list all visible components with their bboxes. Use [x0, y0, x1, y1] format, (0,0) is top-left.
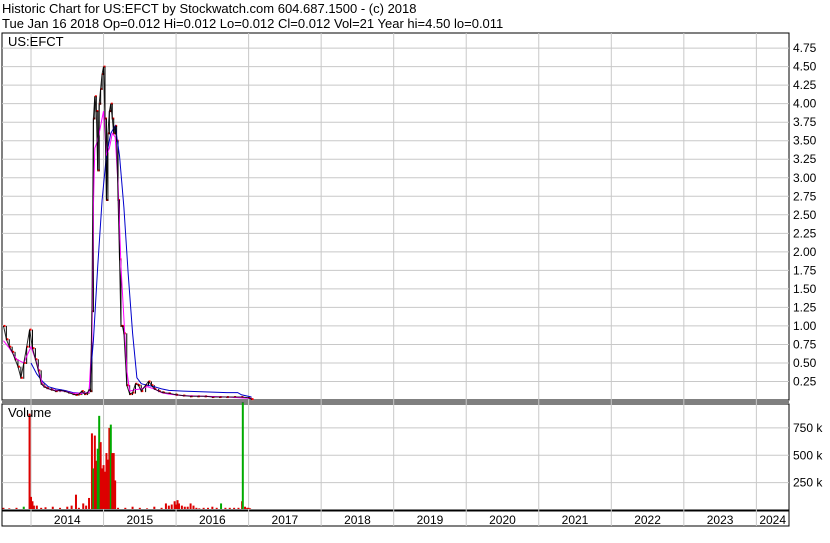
volume-bar — [206, 507, 209, 509]
volume-bar — [59, 507, 62, 509]
volume-bar — [117, 507, 120, 509]
volume-bar — [138, 507, 141, 509]
volume-bar — [82, 503, 85, 509]
price-tick-label: 1.50 — [793, 282, 817, 296]
volume-bar — [177, 503, 180, 509]
volume-bar — [153, 506, 156, 509]
moving-average-short-line — [3, 111, 252, 399]
volume-bar — [22, 506, 25, 509]
year-tick-label: 2021 — [562, 513, 589, 527]
volume-bar — [146, 508, 149, 509]
volume-bar — [15, 507, 18, 509]
volume-tick-label: 500 k — [793, 448, 823, 462]
volume-bar — [186, 506, 189, 509]
volume-bar — [202, 507, 205, 509]
volume-bar — [85, 505, 88, 509]
volume-bar — [198, 508, 201, 509]
volume-bar — [131, 506, 134, 509]
volume-bar — [32, 505, 35, 509]
volume-bar — [228, 507, 231, 509]
price-tick-label: 1.75 — [793, 263, 817, 277]
price-tick-label: 2.75 — [793, 189, 817, 203]
volume-bar — [44, 507, 47, 509]
axis-labels: US:EFCT Volume 4.75 4.50 4.25 4.00 3.75 3.50 3.2… — [8, 34, 823, 527]
volume-bar — [40, 507, 43, 509]
volume-bar — [189, 503, 192, 509]
price-tick-label: 3.25 — [793, 152, 817, 166]
volume-bar — [243, 506, 246, 509]
volume-bar — [51, 506, 54, 509]
volume-bar — [77, 507, 80, 509]
price-tick-label: 1.00 — [793, 319, 817, 333]
price-tick-label: 2.00 — [793, 245, 817, 259]
year-tick-label: 2018 — [344, 513, 371, 527]
volume-tick-label: 250 k — [793, 476, 823, 490]
price-panel-frame — [1, 32, 790, 401]
year-tick-label: 2017 — [272, 513, 299, 527]
volume-bar — [167, 505, 170, 509]
year-tick-label: 2016 — [199, 513, 226, 527]
volume-bar — [195, 507, 198, 509]
price-tick-label: 0.50 — [793, 356, 817, 370]
price-tick-label: 3.50 — [793, 134, 817, 148]
year-tick-label: 2019 — [417, 513, 444, 527]
volume-tick-label: 750 k — [793, 421, 823, 435]
volume-bar — [74, 494, 77, 509]
year-tick-label: 2015 — [126, 513, 153, 527]
year-tick-label: 2014 — [54, 513, 81, 527]
price-tick-label: 0.25 — [793, 374, 817, 388]
volume-bar — [241, 402, 244, 509]
volume-bar — [180, 505, 183, 509]
volume-bar — [183, 506, 186, 509]
volume-bar — [28, 413, 31, 509]
volume-bar — [160, 507, 163, 509]
volume-bar — [8, 508, 11, 509]
price-tick-label: 2.25 — [793, 226, 817, 240]
price-tick-label: 3.75 — [793, 115, 817, 129]
price-tick-label: 4.00 — [793, 97, 817, 111]
volume-bar — [237, 507, 240, 509]
year-tick-label: 2024 — [759, 513, 786, 527]
price-close-tick — [251, 398, 254, 401]
volume-bar — [164, 503, 167, 509]
volume-bar — [211, 506, 214, 509]
price-panel-title: US:EFCT — [8, 34, 64, 49]
historic-chart: US:EFCT Volume 4.75 4.50 4.25 4.00 3.75 3.50 3.2… — [1, 32, 823, 527]
volume-bar — [88, 497, 91, 509]
price-tick-label: 4.50 — [793, 60, 817, 74]
volume-bar — [215, 507, 218, 509]
price-tick-label: 4.75 — [793, 41, 817, 55]
volume-bar — [2, 507, 5, 509]
volume-bar — [124, 507, 127, 509]
x-axis-frame — [1, 510, 790, 527]
volume-panel-frame — [1, 403, 790, 511]
price-tick-label: 0.75 — [793, 337, 817, 351]
volume-bar — [66, 506, 69, 509]
volume-bar — [224, 507, 227, 509]
price-tick-label: 1.25 — [793, 300, 817, 314]
price-tick-label: 4.25 — [793, 78, 817, 92]
year-tick-label: 2022 — [634, 513, 661, 527]
volume-bar — [233, 507, 236, 509]
volume-bar — [170, 504, 173, 509]
moving-average-long-line — [30, 124, 252, 398]
volume-bar — [35, 505, 38, 509]
volume-bar — [114, 480, 117, 509]
volume-bar — [192, 505, 195, 509]
volume-panel-title: Volume — [8, 405, 51, 420]
year-tick-label: 2020 — [489, 513, 516, 527]
price-tick-label: 2.50 — [793, 208, 817, 222]
volume-bar — [249, 508, 252, 509]
volume-bar — [220, 503, 223, 509]
volume-bar — [70, 505, 73, 509]
year-tick-label: 2023 — [707, 513, 734, 527]
price-tick-label: 3.00 — [793, 171, 817, 185]
